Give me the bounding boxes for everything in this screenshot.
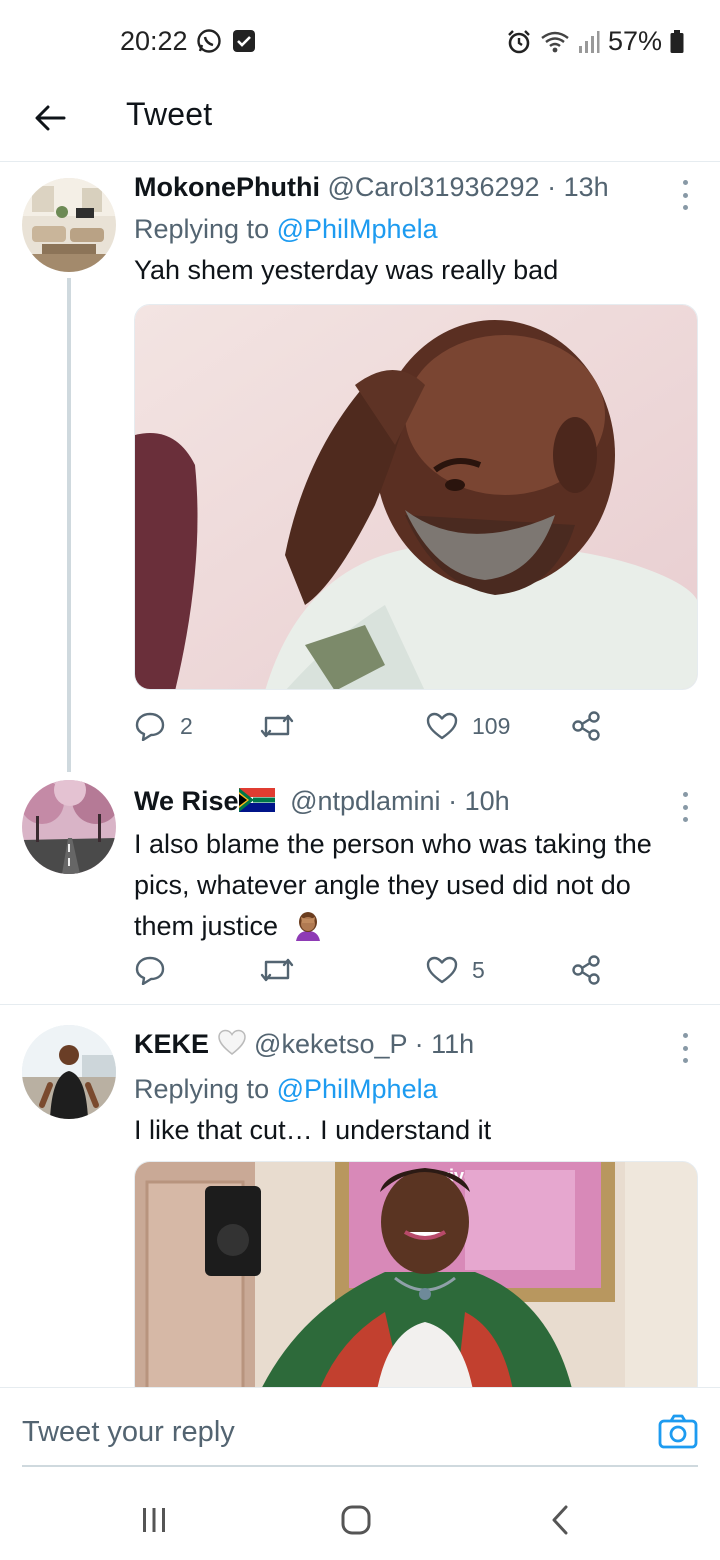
tweet-2-text-wrap: I also blame the person who was taking t… [134, 824, 674, 953]
signal-icon [578, 30, 600, 54]
tweet-3-replying-to: Replying to @PhilMphela [134, 1070, 698, 1108]
like-icon [426, 712, 458, 740]
tweet-2-text: I also blame the person who was taking t… [134, 829, 652, 941]
retweet-button[interactable] [258, 950, 310, 990]
wifi-icon [540, 30, 570, 54]
tweet-3[interactable]: KEKE @keketso_P · 11h Replying to @PhilM… [0, 1005, 720, 1387]
mention-link[interactable]: @PhilMphela [277, 214, 438, 244]
battery-icon [670, 29, 684, 54]
back-arrow-icon [35, 105, 66, 131]
avatar-mokonephuthi[interactable] [22, 178, 116, 272]
tweet-2-display-name[interactable]: We Rise [134, 786, 239, 816]
facepalm-emoji-icon [292, 909, 324, 953]
tweet-2-body: We Rise @ntpdlamini · 10h I also blame t… [134, 784, 698, 953]
share-button[interactable] [570, 950, 602, 990]
back-nav-icon [552, 1505, 568, 1535]
more-icon[interactable] [678, 1033, 692, 1063]
alarm-icon [506, 29, 532, 55]
status-bar: 20:22 57% [0, 0, 720, 80]
mention-link[interactable]: @PhilMphela [277, 1074, 438, 1104]
avatar-keke[interactable] [22, 1025, 116, 1119]
reply-button[interactable]: 2 [134, 706, 193, 746]
tweet-3-header: KEKE @keketso_P · 11h [134, 1027, 698, 1064]
camera-icon [658, 1414, 698, 1449]
tweet-1-display-name[interactable]: MokonePhuthi [134, 172, 320, 202]
tweet-3-body: KEKE @keketso_P · 11h Replying to @PhilM… [134, 1027, 698, 1151]
reply-icon [135, 956, 165, 985]
tweet-3-separator: · [414, 1029, 424, 1059]
avatar-we-rise[interactable] [22, 780, 116, 874]
tweet-1-body: MokonePhuthi @Carol31936292 · 13h Replyi… [134, 170, 698, 291]
like-count: 109 [472, 712, 511, 739]
like-icon [426, 956, 458, 984]
tweet-2-separator: · [448, 786, 458, 816]
sa-flag-icon [238, 786, 275, 820]
retweet-icon [260, 958, 294, 982]
share-icon [572, 955, 600, 985]
composer-underline [22, 1465, 698, 1467]
retweet-icon [260, 714, 294, 738]
retweet-button[interactable] [258, 706, 310, 746]
tweet-3-handle[interactable]: @keketso_P [254, 1029, 407, 1059]
tweet-1-header: MokonePhuthi @Carol31936292 · 13h [134, 170, 698, 204]
reply-feed[interactable]: MokonePhuthi @Carol31936292 · 13h Replyi… [0, 162, 720, 1387]
tweet-1-text: Yah shem yesterday was really bad [134, 255, 559, 285]
tweet-1-time[interactable]: 13h [564, 172, 609, 202]
tweet-2-time[interactable]: 10h [465, 786, 510, 816]
reply-composer: Tweet your reply [0, 1387, 720, 1479]
home-icon [341, 1505, 371, 1535]
white-heart-icon [217, 1028, 247, 1064]
more-icon[interactable] [678, 180, 692, 210]
tweet-3-text: I like that cut… I understand it [134, 1115, 492, 1145]
tweet-1-actions: 2 109 [134, 706, 614, 746]
replying-label: Replying to [134, 214, 270, 244]
check-box-icon [232, 29, 256, 53]
whatsapp-icon [196, 28, 222, 54]
camera-button[interactable] [658, 1414, 698, 1452]
status-left-icons [196, 28, 256, 54]
top-app-bar: Tweet [0, 80, 720, 162]
reply-icon [135, 712, 165, 741]
like-count: 5 [472, 956, 485, 983]
more-icon[interactable] [678, 792, 692, 822]
reply-input[interactable]: Tweet your reply [22, 1416, 235, 1449]
back-button[interactable] [30, 98, 70, 138]
battery-percent: 57% [607, 26, 662, 56]
replying-label: Replying to [134, 1074, 270, 1104]
like-button[interactable]: 109 [426, 706, 510, 746]
tweet-2-actions: 5 [134, 950, 614, 990]
status-time: 20:22 [120, 26, 188, 56]
system-nav-bar [0, 1479, 720, 1560]
tweet-3-photo[interactable]: ewives [134, 1161, 698, 1387]
home-button[interactable] [336, 1503, 376, 1537]
tweet-2-handle[interactable]: @ntpdlamini [290, 786, 440, 816]
tweet-1[interactable]: MokonePhuthi @Carol31936292 · 13h Replyi… [0, 162, 720, 772]
reply-button[interactable] [134, 950, 180, 990]
page-title: Tweet [126, 96, 213, 132]
recents-icon [143, 1508, 165, 1532]
share-button[interactable] [570, 706, 602, 746]
tweet-1-separator: · [547, 172, 557, 202]
reply-count: 2 [180, 712, 193, 739]
thread-line [67, 278, 71, 772]
tweet-3-time[interactable]: 11h [431, 1029, 474, 1059]
tweet-1-handle[interactable]: @Carol31936292 [328, 172, 540, 202]
recents-button[interactable] [134, 1503, 174, 1537]
tweet-1-photo[interactable] [134, 304, 698, 690]
back-nav-button[interactable] [540, 1503, 580, 1537]
status-right-icons: 57% [506, 26, 684, 57]
tweet-3-display-name[interactable]: KEKE [134, 1029, 209, 1059]
like-button[interactable]: 5 [426, 950, 485, 990]
tweet-2-header: We Rise @ntpdlamini · 10h [134, 784, 698, 820]
share-icon [572, 711, 600, 741]
tweet-1-replying-to: Replying to @PhilMphela [134, 210, 698, 248]
tweet-2[interactable]: We Rise @ntpdlamini · 10h I also blame t… [0, 772, 720, 1004]
